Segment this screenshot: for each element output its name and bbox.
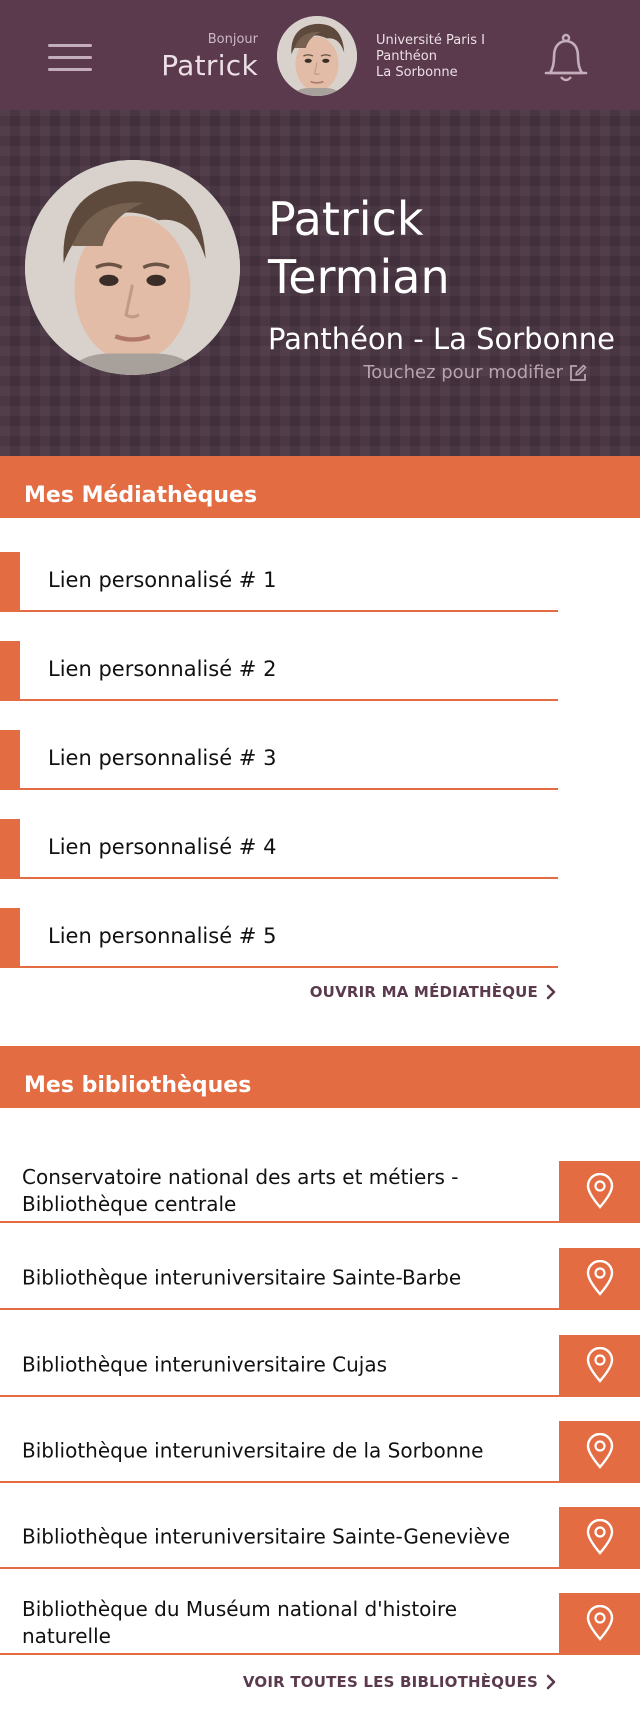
bibliotheques-title: Mes bibliothèques: [24, 1073, 252, 1098]
profile-institution: Panthéon - La Sorbonne: [268, 322, 615, 356]
open-mediatheque-link[interactable]: OUVRIR MA MÉDIATHÈQUE: [310, 983, 556, 1001]
list-item-label: Lien personnalisé # 3: [48, 746, 277, 770]
library-name: Bibliothèque du Muséum national d'histoi…: [22, 1597, 458, 1648]
profile-full-name: Patrick Termian: [268, 190, 450, 306]
library-item[interactable]: Bibliothèque interuniversitaire Cujas: [0, 1335, 640, 1397]
university-name: Université Paris I Panthéon La Sorbonne: [376, 33, 485, 81]
see-all-libraries-link[interactable]: VOIR TOUTES LES BIBLIOTHÈQUES: [243, 1673, 556, 1691]
list-item[interactable]: Lien personnalisé # 4: [0, 819, 558, 879]
list-item-accent: [0, 730, 20, 788]
library-name: Bibliothèque interuniversitaire Sainte-G…: [22, 1524, 511, 1549]
list-item-label: Lien personnalisé # 1: [48, 568, 277, 592]
list-item-accent: [0, 908, 20, 966]
profile-hero: Patrick Termian Panthéon - La Sorbonne T…: [0, 110, 640, 456]
edit-profile-link[interactable]: Touchez pour modifier: [363, 362, 587, 383]
list-item-accent: [0, 819, 20, 877]
chevron-right-icon: [546, 984, 556, 1000]
map-pin-icon[interactable]: [559, 1593, 640, 1653]
map-pin-icon[interactable]: [559, 1335, 640, 1395]
university-line: Panthéon: [376, 49, 437, 64]
list-item-label: Lien personnalisé # 2: [48, 657, 277, 681]
university-line: Université Paris I: [376, 33, 485, 48]
open-mediatheque-label: OUVRIR MA MÉDIATHÈQUE: [309, 983, 538, 1001]
greeting-text: Bonjour: [207, 32, 258, 47]
greeting-block: Bonjour Patrick: [161, 32, 258, 82]
profile-last-name: Termian: [268, 250, 450, 304]
list-item-accent: [0, 641, 20, 699]
mediatheques-title: Mes Médiathèques: [24, 483, 258, 508]
library-name: Bibliothèque interuniversitaire de la So…: [22, 1438, 484, 1463]
map-pin-icon[interactable]: [559, 1507, 640, 1567]
profile-first-name: Patrick: [268, 192, 424, 246]
mediatheques-header: Mes Médiathèques: [0, 456, 640, 518]
edit-icon: [570, 364, 587, 381]
list-item[interactable]: Lien personnalisé # 5: [0, 908, 558, 968]
university-line: La Sorbonne: [376, 65, 458, 80]
hamburger-menu-icon[interactable]: [48, 42, 92, 74]
map-pin-icon[interactable]: [559, 1421, 640, 1481]
map-pin-icon[interactable]: [559, 1248, 640, 1308]
profile-avatar[interactable]: [25, 160, 240, 375]
library-item[interactable]: Bibliothèque interuniversitaire Sainte-G…: [0, 1507, 640, 1569]
library-name: Conservatoire national des arts et métie…: [22, 1165, 459, 1216]
bibliotheques-header: Mes bibliothèques: [0, 1046, 640, 1108]
library-item[interactable]: Conservatoire national des arts et métie…: [0, 1161, 640, 1223]
list-item-label: Lien personnalisé # 5: [48, 924, 277, 948]
edit-hint-text: Touchez pour modifier: [363, 362, 563, 383]
list-item[interactable]: Lien personnalisé # 1: [0, 552, 558, 612]
list-item-label: Lien personnalisé # 4: [48, 835, 277, 859]
map-pin-icon[interactable]: [559, 1161, 640, 1221]
library-name: Bibliothèque interuniversitaire Sainte-B…: [22, 1265, 462, 1290]
top-bar: Bonjour Patrick Université Paris I Panth…: [0, 0, 640, 110]
user-first-name: Patrick: [161, 49, 258, 82]
bell-icon[interactable]: [542, 33, 590, 85]
avatar[interactable]: [277, 16, 357, 96]
see-all-libraries-label: VOIR TOUTES LES BIBLIOTHÈQUES: [242, 1673, 538, 1691]
list-item-accent: [0, 552, 20, 610]
library-item[interactable]: Bibliothèque interuniversitaire Sainte-B…: [0, 1248, 640, 1310]
library-item[interactable]: Bibliothèque du Muséum national d'histoi…: [0, 1593, 640, 1655]
list-item[interactable]: Lien personnalisé # 2: [0, 641, 558, 701]
chevron-right-icon: [546, 1674, 556, 1690]
library-name: Bibliothèque interuniversitaire Cujas: [22, 1352, 387, 1377]
library-item[interactable]: Bibliothèque interuniversitaire de la So…: [0, 1421, 640, 1483]
list-item[interactable]: Lien personnalisé # 3: [0, 730, 558, 790]
